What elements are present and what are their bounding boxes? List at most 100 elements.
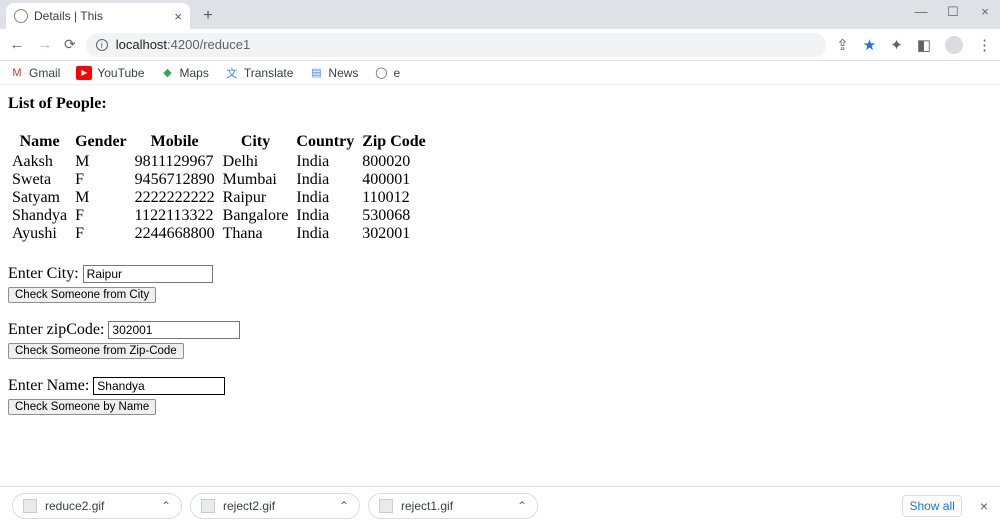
cell-zip: 110012 <box>358 189 430 207</box>
site-info-icon[interactable]: i <box>96 39 108 51</box>
window-controls: — ☐ × <box>914 4 992 20</box>
chevron-up-icon[interactable]: ⌃ <box>517 499 527 513</box>
cell-zip: 400001 <box>358 171 430 189</box>
new-tab-button[interactable]: + <box>196 4 220 28</box>
people-table: Name Gender Mobile City Country Zip Code… <box>8 133 430 243</box>
table-row: SatyamM2222222222RaipurIndia110012 <box>8 189 430 207</box>
side-panel-icon[interactable]: ◧ <box>917 36 931 54</box>
translate-icon: 文 <box>225 66 239 80</box>
globe-icon: ◯ <box>374 66 388 80</box>
url-field[interactable]: i localhost:4200/reduce1 <box>86 33 826 57</box>
close-window-icon[interactable]: × <box>978 4 992 20</box>
cell-country: India <box>292 225 358 243</box>
cell-mobile: 9456712890 <box>131 171 219 189</box>
news-icon: ▤ <box>309 66 323 80</box>
close-downloads-bar-icon[interactable]: × <box>980 498 988 514</box>
bookmarks-bar: M Gmail ▶ YouTube ◆ Maps 文 Translate ▤ N… <box>0 61 1000 85</box>
cell-country: India <box>292 171 358 189</box>
col-mobile: Mobile <box>131 133 219 153</box>
check-city-button[interactable]: Check Someone from City <box>8 287 156 303</box>
chevron-up-icon[interactable]: ⌃ <box>161 499 171 513</box>
name-label: Enter Name: <box>8 377 89 394</box>
bookmark-star-icon[interactable]: ★ <box>863 36 876 54</box>
cell-mobile: 2222222222 <box>131 189 219 207</box>
menu-icon[interactable]: ⋮ <box>977 36 992 54</box>
profile-avatar-icon[interactable] <box>945 36 963 54</box>
file-icon <box>201 499 215 513</box>
maximize-icon[interactable]: ☐ <box>946 4 960 20</box>
cell-name: Aaksh <box>8 153 71 171</box>
cell-city: Thana <box>219 225 293 243</box>
download-item[interactable]: reject2.gif ⌃ <box>190 493 360 519</box>
download-filename: reject1.gif <box>401 499 453 513</box>
youtube-icon: ▶ <box>76 66 92 80</box>
reload-button[interactable]: ⟳ <box>64 36 76 53</box>
city-input[interactable] <box>83 265 213 283</box>
cell-gender: F <box>71 171 131 189</box>
globe-icon <box>14 9 28 23</box>
forward-button[interactable]: → <box>36 36 54 53</box>
maps-icon: ◆ <box>161 66 175 80</box>
bookmark-news[interactable]: ▤ News <box>309 66 358 80</box>
page-content: List of People: Name Gender Mobile City … <box>0 85 1000 443</box>
col-city: City <box>219 133 293 153</box>
check-name-button[interactable]: Check Someone by Name <box>8 399 156 415</box>
cell-city: Delhi <box>219 153 293 171</box>
cell-name: Ayushi <box>8 225 71 243</box>
download-item[interactable]: reduce2.gif ⌃ <box>12 493 182 519</box>
cell-zip: 302001 <box>358 225 430 243</box>
file-icon <box>23 499 37 513</box>
bookmark-youtube[interactable]: ▶ YouTube <box>76 66 144 80</box>
table-row: ShandyaF1122113322BangaloreIndia530068 <box>8 207 430 225</box>
browser-tab[interactable]: Details | This × <box>6 3 190 29</box>
cell-mobile: 1122113322 <box>131 207 219 225</box>
download-filename: reject2.gif <box>223 499 275 513</box>
city-label: Enter City: <box>8 265 79 282</box>
close-tab-icon[interactable]: × <box>174 9 182 24</box>
check-zip-button[interactable]: Check Someone from Zip-Code <box>8 343 184 359</box>
address-bar: ← → ⟳ i localhost:4200/reduce1 ⇪ ★ ✦ ◧ ⋮ <box>0 29 1000 61</box>
cell-country: India <box>292 189 358 207</box>
tab-title: Details | This <box>34 9 168 23</box>
downloads-bar: reduce2.gif ⌃ reject2.gif ⌃ reject1.gif … <box>0 486 1000 524</box>
toolbar-icons: ⇪ ★ ✦ ◧ ⋮ <box>836 36 992 54</box>
tab-strip: Details | This × + — ☐ × <box>0 0 1000 29</box>
name-form: Enter Name: Check Someone by Name <box>8 377 992 415</box>
cell-gender: M <box>71 189 131 207</box>
cell-zip: 530068 <box>358 207 430 225</box>
zip-form: Enter zipCode: Check Someone from Zip-Co… <box>8 321 992 359</box>
cell-country: India <box>292 153 358 171</box>
extensions-icon[interactable]: ✦ <box>890 36 903 54</box>
cell-mobile: 9811129967 <box>131 153 219 171</box>
bookmark-e[interactable]: ◯ e <box>374 66 400 80</box>
table-row: SwetaF9456712890MumbaiIndia400001 <box>8 171 430 189</box>
download-item[interactable]: reject1.gif ⌃ <box>368 493 538 519</box>
table-row: AyushiF2244668800ThanaIndia302001 <box>8 225 430 243</box>
cell-mobile: 2244668800 <box>131 225 219 243</box>
cell-zip: 800020 <box>358 153 430 171</box>
chevron-up-icon[interactable]: ⌃ <box>339 499 349 513</box>
back-button[interactable]: ← <box>8 36 26 53</box>
cell-name: Satyam <box>8 189 71 207</box>
col-country: Country <box>292 133 358 153</box>
cell-gender: M <box>71 153 131 171</box>
table-header-row: Name Gender Mobile City Country Zip Code <box>8 133 430 153</box>
bookmark-translate[interactable]: 文 Translate <box>225 66 294 80</box>
col-zipcode: Zip Code <box>358 133 430 153</box>
gmail-icon: M <box>10 66 24 80</box>
name-input[interactable] <box>93 377 225 395</box>
cell-gender: F <box>71 225 131 243</box>
zip-input[interactable] <box>108 321 240 339</box>
share-icon[interactable]: ⇪ <box>836 36 849 54</box>
minimize-icon[interactable]: — <box>914 4 928 20</box>
city-form: Enter City: Check Someone from City <box>8 265 992 303</box>
cell-city: Bangalore <box>219 207 293 225</box>
file-icon <box>379 499 393 513</box>
table-row: AakshM9811129967DelhiIndia800020 <box>8 153 430 171</box>
bookmark-gmail[interactable]: M Gmail <box>10 66 60 80</box>
show-all-downloads[interactable]: Show all <box>902 495 961 517</box>
cell-gender: F <box>71 207 131 225</box>
col-gender: Gender <box>71 133 131 153</box>
bookmark-maps[interactable]: ◆ Maps <box>161 66 209 80</box>
cell-name: Sweta <box>8 171 71 189</box>
